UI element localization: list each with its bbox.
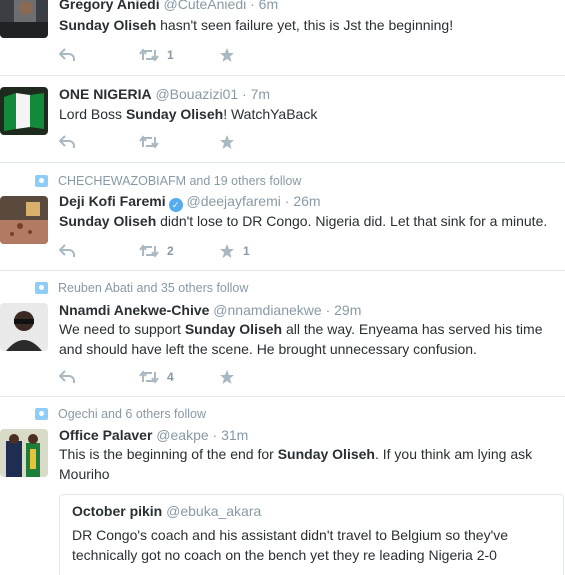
tweet-header: Deji Kofi Faremi ✓ @deejayfaremi · 26m [59,193,321,212]
favorite-button[interactable]: 1 [219,243,299,259]
social-context: Reuben Abati and 35 others follow [35,281,248,295]
separator: · [321,302,335,318]
avatar[interactable] [0,0,48,38]
retweet-icon [139,244,159,258]
tweet-text: We need to support Sunday Oliseh all the… [59,319,559,359]
context-text[interactable]: Reuben Abati and 35 others follow [58,281,248,295]
star-icon [220,244,234,258]
retweet-icon [139,370,159,384]
retweet-count: 4 [167,370,174,384]
avatar[interactable] [0,196,48,244]
author-handle[interactable]: @Bouazizi01 [155,86,238,102]
context-text[interactable]: CHECHEWAZOBIAFM and 19 others follow [58,174,301,188]
author-handle[interactable]: @deejayfaremi [186,193,280,209]
text-segment: hasn't seen failure yet, this is Jst the… [156,17,454,33]
tweet-item[interactable]: Ogechi and 6 others follow Office Palave… [0,397,565,575]
retweet-button[interactable]: 4 [139,370,219,384]
author-name[interactable]: ONE NIGERIA [59,86,152,102]
avatar[interactable] [0,429,48,477]
star-icon [220,370,234,384]
tweet-item[interactable]: Reuben Abati and 35 others follow Nnamdi… [0,271,565,397]
author-name[interactable]: Office Palaver [59,427,152,443]
tweet-header: Office Palaver @eakpe · 31m [59,427,248,443]
favorite-button[interactable] [219,47,299,63]
retweet-icon [139,135,159,149]
separator: · [246,0,259,12]
timestamp[interactable]: 6m [259,0,278,12]
timestamp[interactable]: 29m [334,302,361,318]
tweet-actions: 4 [59,367,299,387]
person-icon [35,282,48,294]
quoted-author-handle[interactable]: @ebuka_akara [166,503,261,519]
tweet-header: Gregory Aniedi @CuteAniedi · 6m [59,0,278,12]
text-segment: We need to support [59,321,185,337]
separator: · [238,86,251,102]
person-icon [35,175,48,187]
star-icon [220,135,234,149]
context-text[interactable]: Ogechi and 6 others follow [58,407,206,421]
star-icon [220,48,234,62]
highlighted-term: Sunday Oliseh [59,17,157,33]
retweet-icon [139,48,159,62]
tweet-item[interactable]: ONE NIGERIA @Bouazizi01 · 7m Lord Boss S… [0,76,565,163]
retweet-count: 1 [167,48,174,62]
author-name[interactable]: Deji Kofi Faremi [59,193,166,209]
tweet-item[interactable]: CHECHEWAZOBIAFM and 19 others follow Dej… [0,163,565,271]
highlighted-term: Sunday Oliseh [59,213,157,229]
retweet-button[interactable]: 2 [139,244,219,258]
tweet-actions: 2 1 [59,241,299,261]
reply-button[interactable] [59,370,139,384]
reply-icon [59,135,75,148]
author-handle[interactable]: @nnamdianekwe [213,302,321,318]
reply-button[interactable] [59,244,139,258]
social-context: Ogechi and 6 others follow [35,407,206,421]
tweet-header: Nnamdi Anekwe-Chive @nnamdianekwe · 29m [59,302,361,318]
author-name[interactable]: Nnamdi Anekwe-Chive [59,302,209,318]
timestamp[interactable]: 26m [293,193,320,209]
retweet-button[interactable]: 1 [139,48,219,62]
reply-icon [59,244,75,257]
avatar[interactable] [0,303,48,351]
tweet-text: Sunday Oliseh hasn't seen failure yet, t… [59,15,559,35]
separator: · [280,193,294,209]
highlighted-term: Sunday Oliseh [125,106,224,122]
text-segment: This is the beginning of the end for [59,446,278,462]
social-context: CHECHEWAZOBIAFM and 19 others follow [35,174,301,188]
retweet-count: 2 [167,244,174,258]
text-segment: ! WatchYaBack [223,106,318,122]
author-handle[interactable]: @eakpe [156,427,208,443]
timestamp[interactable]: 7m [251,86,270,102]
author-handle[interactable]: @CuteAniedi [164,0,247,12]
tweet-item[interactable]: Gregory Aniedi @CuteAniedi · 6m Sunday O… [0,0,565,76]
tweet-header: ONE NIGERIA @Bouazizi01 · 7m [59,86,270,102]
reply-icon [59,48,75,61]
tweet-text: This is the beginning of the end for Sun… [59,444,559,484]
reply-button[interactable] [59,48,139,62]
verified-badge-icon: ✓ [168,198,183,212]
highlighted-term: Sunday Oliseh [277,446,375,462]
highlighted-term: Sunday Oliseh [184,321,283,337]
text-segment: Lord Boss [59,106,126,122]
tweet-actions: 1 [59,45,299,65]
author-name[interactable]: Gregory Aniedi [59,0,160,12]
person-icon [35,408,48,420]
quoted-author-name[interactable]: October pikin [72,503,162,519]
reply-button[interactable] [59,135,139,149]
text-segment: didn't lose to DR Congo. Nigeria did. Le… [156,213,548,229]
retweet-button[interactable] [139,135,219,149]
quoted-tweet[interactable]: October pikin @ebuka_akara DR Congo's co… [59,494,564,575]
quoted-text: DR Congo's coach and his assistant didn'… [72,527,509,563]
quoted-header: October pikin @ebuka_akara [72,503,261,519]
favorite-count: 1 [243,244,250,258]
tweet-text: Lord Boss Sunday Oliseh! WatchYaBack [59,104,559,124]
favorite-button[interactable] [219,369,299,385]
tweet-text: Sunday Oliseh didn't lose to DR Congo. N… [59,211,559,231]
avatar[interactable] [0,87,48,135]
favorite-button[interactable] [219,134,299,150]
timestamp[interactable]: 31m [221,427,248,443]
reply-icon [59,370,75,383]
separator: · [208,427,222,443]
tweet-actions [59,132,299,152]
